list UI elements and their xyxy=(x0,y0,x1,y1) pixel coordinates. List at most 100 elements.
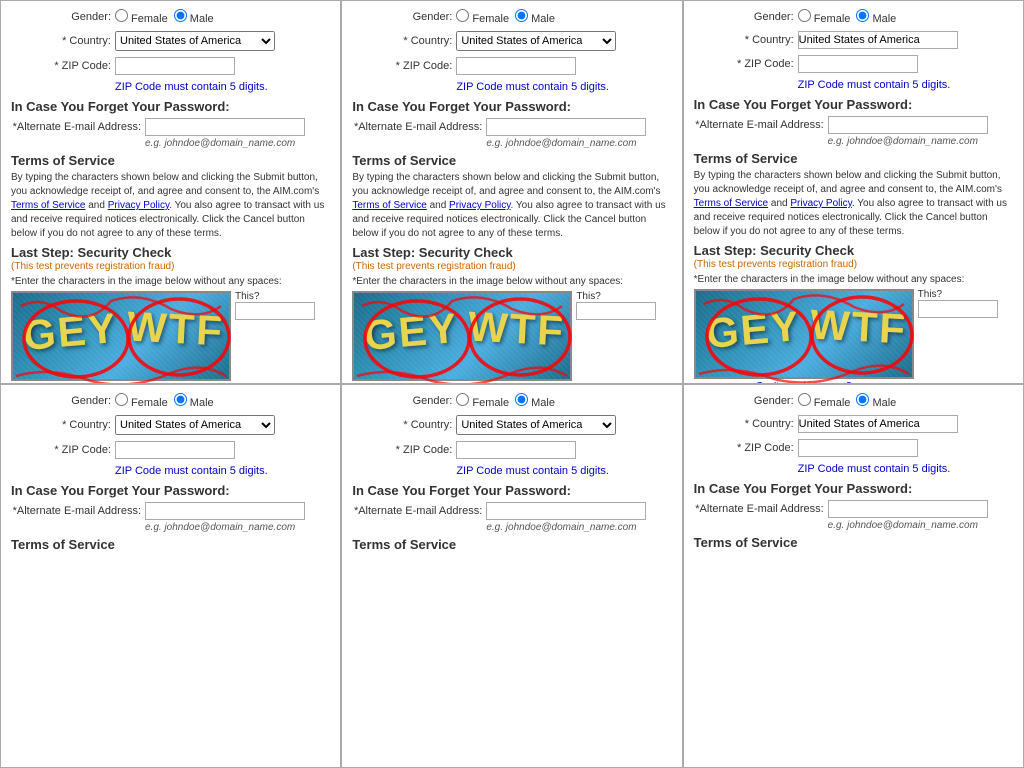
gender-label-r: Gender: xyxy=(694,11,794,23)
country-row: * Country: United States of America Cana… xyxy=(11,31,330,51)
alt-email-input-c[interactable] xyxy=(486,118,646,136)
panel-top-center: Gender: Female Male * Country: United St… xyxy=(341,0,682,384)
gender-male-radio-bl[interactable] xyxy=(174,393,187,406)
gender-female-label[interactable]: Female xyxy=(115,9,168,25)
gender-male-label-r[interactable]: Male xyxy=(856,9,896,25)
gender-female-label-br[interactable]: Female xyxy=(798,393,851,409)
tos-link-r[interactable]: Terms of Service xyxy=(694,198,768,209)
security-label-r: *Enter the characters in the image below… xyxy=(694,274,1013,285)
tos-title-bc: Terms of Service xyxy=(352,537,671,552)
gender-female-label-bc[interactable]: Female xyxy=(456,393,509,409)
tos-link-c[interactable]: Terms of Service xyxy=(352,200,426,211)
tos-link[interactable]: Terms of Service xyxy=(11,200,85,211)
gender-male-label-br[interactable]: Male xyxy=(856,393,896,409)
zip-row-br: * ZIP Code: xyxy=(694,439,1013,457)
alt-email-input-bc[interactable] xyxy=(486,502,646,520)
gender-label-bl: Gender: xyxy=(11,395,111,407)
gender-female-radio-c[interactable] xyxy=(456,9,469,22)
password-section-title: In Case You Forget Your Password: xyxy=(11,99,330,114)
privacy-link[interactable]: Privacy Policy xyxy=(108,200,170,211)
captcha-container-r: GEY WTF Can't see this image? This? xyxy=(694,289,1013,384)
zip-row-bc: * ZIP Code: xyxy=(352,441,671,459)
gender-row-c: Gender: Female Male xyxy=(352,9,671,25)
gender-options-r: Female Male xyxy=(798,9,897,25)
gender-row-br: Gender: Female Male xyxy=(694,393,1013,409)
country-label-bl: * Country: xyxy=(11,419,111,431)
panel-top-left: Gender: Female Male * Country: United St… xyxy=(0,0,341,384)
alt-email-row-bl: *Alternate E-mail Address: xyxy=(11,502,330,520)
alt-email-input[interactable] xyxy=(145,118,305,136)
country-label-r: * Country: xyxy=(694,34,794,46)
email-hint-br: e.g. johndoe@domain_name.com xyxy=(828,520,1013,531)
gender-male-radio-bc[interactable] xyxy=(515,393,528,406)
gender-female-radio-br[interactable] xyxy=(798,393,811,406)
captcha-input-r[interactable] xyxy=(918,300,998,318)
gender-female-label-r[interactable]: Female xyxy=(798,9,851,25)
captcha-text-wtf-c: WTF xyxy=(467,302,566,355)
gender-label: Gender: xyxy=(11,11,111,23)
country-select-bc[interactable]: United States of America Canada xyxy=(456,415,616,435)
privacy-link-r[interactable]: Privacy Policy xyxy=(790,198,852,209)
zip-input[interactable] xyxy=(115,57,235,75)
tos-text-r: By typing the characters shown below and… xyxy=(694,169,1013,239)
gender-male-radio-br[interactable] xyxy=(856,393,869,406)
page-wrapper: Gender: Female Male * Country: United St… xyxy=(0,0,1024,768)
alt-email-row: *Alternate E-mail Address: xyxy=(11,118,330,136)
alt-email-row-r: *Alternate E-mail Address: xyxy=(694,116,1013,134)
tos-title-br: Terms of Service xyxy=(694,535,1013,550)
alt-email-input-bl[interactable] xyxy=(145,502,305,520)
security-label: *Enter the characters in the image below… xyxy=(11,276,330,287)
country-select-c[interactable]: United States of America Canada xyxy=(456,31,616,51)
gender-male-label-c[interactable]: Male xyxy=(515,9,555,25)
gender-row-bc: Gender: Female Male xyxy=(352,393,671,409)
zip-hint-bc: ZIP Code must contain 5 digits. xyxy=(456,465,671,477)
alt-email-input-br[interactable] xyxy=(828,500,988,518)
captcha-input-c[interactable] xyxy=(576,302,656,320)
country-select-bl[interactable]: United States of America Canada xyxy=(115,415,275,435)
gender-male-radio-r[interactable] xyxy=(856,9,869,22)
country-row-c: * Country: United States of America Cana… xyxy=(352,31,671,51)
captcha-image-r: GEY WTF xyxy=(694,289,914,379)
alt-email-row-br: *Alternate E-mail Address: xyxy=(694,500,1013,518)
zip-input-c[interactable] xyxy=(456,57,576,75)
country-label-bc: * Country: xyxy=(352,419,452,431)
zip-input-bl[interactable] xyxy=(115,441,235,459)
gender-female-radio-bc[interactable] xyxy=(456,393,469,406)
zip-row-r: * ZIP Code: xyxy=(694,55,1013,73)
zip-input-bc[interactable] xyxy=(456,441,576,459)
tos-title-c: Terms of Service xyxy=(352,153,671,168)
gender-male-label-bc[interactable]: Male xyxy=(515,393,555,409)
privacy-link-c[interactable]: Privacy Policy xyxy=(449,200,511,211)
this-label-c: This? xyxy=(576,291,656,302)
country-label: * Country: xyxy=(11,35,111,47)
alt-email-input-r[interactable] xyxy=(828,116,988,134)
zip-input-r[interactable] xyxy=(798,55,918,73)
gender-options-bc: Female Male xyxy=(456,393,555,409)
captcha-text-gey-r: GEY xyxy=(704,302,803,358)
zip-label-br: * ZIP Code: xyxy=(694,442,794,454)
gender-female-radio-bl[interactable] xyxy=(115,393,128,406)
gender-female-label-bl[interactable]: Female xyxy=(115,393,168,409)
zip-label-bl: * ZIP Code: xyxy=(11,444,111,456)
gender-male-radio[interactable] xyxy=(174,9,187,22)
gender-female-radio-r[interactable] xyxy=(798,9,811,22)
country-input-br[interactable] xyxy=(798,415,958,433)
gender-options-bl: Female Male xyxy=(115,393,214,409)
captcha-text-gey: GEY xyxy=(21,304,120,360)
gender-male-label[interactable]: Male xyxy=(174,9,214,25)
gender-female-radio[interactable] xyxy=(115,9,128,22)
captcha-input[interactable] xyxy=(235,302,315,320)
gender-male-label-bl[interactable]: Male xyxy=(174,393,214,409)
email-hint-bc: e.g. johndoe@domain_name.com xyxy=(486,522,671,533)
gender-options-br: Female Male xyxy=(798,393,897,409)
gender-male-radio-c[interactable] xyxy=(515,9,528,22)
captcha-text-wtf-r: WTF xyxy=(809,300,908,353)
gender-female-label-c[interactable]: Female xyxy=(456,9,509,25)
country-input-r[interactable] xyxy=(798,31,958,49)
password-section-title-bl: In Case You Forget Your Password: xyxy=(11,483,330,498)
captcha-text-wtf: WTF xyxy=(126,302,225,355)
country-select[interactable]: United States of America Canada xyxy=(115,31,275,51)
tos-title: Terms of Service xyxy=(11,153,330,168)
gender-label-br: Gender: xyxy=(694,395,794,407)
zip-input-br[interactable] xyxy=(798,439,918,457)
